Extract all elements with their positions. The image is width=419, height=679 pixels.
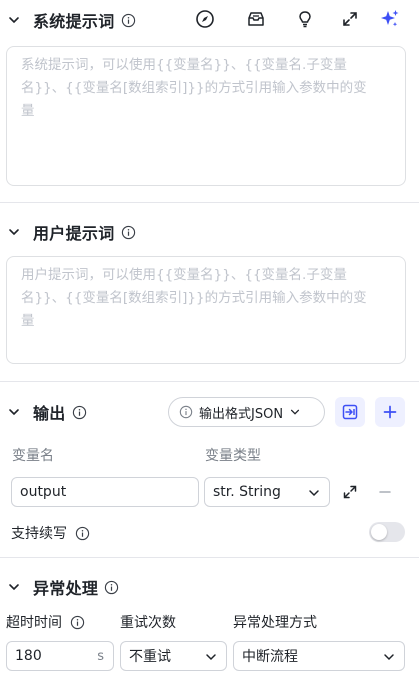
chevron-down-icon xyxy=(290,409,300,415)
divider xyxy=(0,381,419,382)
user-prompt-title: 用户提示词 xyxy=(33,224,115,243)
variable-type-value: str. String xyxy=(213,484,281,500)
lightbulb-icon[interactable] xyxy=(294,8,316,30)
variable-type-select[interactable]: str. String xyxy=(204,477,330,507)
chevron-down-icon[interactable] xyxy=(7,225,21,239)
divider xyxy=(0,202,419,203)
timeout-input[interactable]: 180 s xyxy=(6,641,114,671)
sparkle-icon[interactable] xyxy=(379,8,401,30)
info-icon xyxy=(75,526,90,540)
output-header: 输出 xyxy=(0,397,87,427)
remove-variable-icon[interactable] xyxy=(377,484,393,500)
method-value: 中断流程 xyxy=(242,649,298,665)
system-prompt-input[interactable]: 系统提示词，可以使用{{变量名}}、{{变量名.子变量 名}}、{{变量名[数组… xyxy=(6,46,406,186)
user-prompt-input[interactable]: 用户提示词，可以使用{{变量名}}、{{变量名.子变量 名}}、{{变量名[数组… xyxy=(6,256,406,364)
info-icon xyxy=(72,405,86,419)
chevron-down-icon xyxy=(384,654,394,661)
exception-title: 异常处理 xyxy=(33,579,99,598)
exception-header: 异常处理 xyxy=(0,572,119,602)
variable-name-value: output xyxy=(20,484,67,500)
divider xyxy=(0,557,419,558)
user-prompt-header: 用户提示词 xyxy=(0,217,136,247)
info-icon xyxy=(121,225,135,239)
continue-writing-label: 支持续写 xyxy=(11,523,90,543)
chevron-down-icon[interactable] xyxy=(7,405,21,419)
compass-icon[interactable] xyxy=(194,8,216,30)
chevron-down-icon xyxy=(309,490,319,497)
placeholder-line: 量 xyxy=(21,313,35,329)
timeout-value: 180 xyxy=(15,648,42,664)
inbox-icon[interactable] xyxy=(245,8,267,30)
placeholder-line: 用户提示词，可以使用{{变量名}}、{{变量名.子变量 xyxy=(21,267,347,283)
output-format-label: 输出格式JSON xyxy=(199,406,284,422)
import-button[interactable] xyxy=(335,397,365,427)
placeholder-line: 名}}、{{变量名[数组索引]}}的方式引用输入参数中的变 xyxy=(21,80,367,96)
system-prompt-title: 系统提示词 xyxy=(33,12,115,31)
continue-writing-toggle[interactable] xyxy=(369,522,405,542)
plus-icon xyxy=(383,405,397,419)
retry-label: 重试次数 xyxy=(120,615,176,631)
output-title: 输出 xyxy=(33,404,66,423)
continue-writing-text: 支持续写 xyxy=(11,526,67,542)
output-format-dropdown[interactable]: 输出格式JSON xyxy=(168,397,325,427)
method-label: 异常处理方式 xyxy=(233,615,317,631)
expand-icon[interactable] xyxy=(342,484,358,500)
variable-name-input[interactable]: output xyxy=(11,477,199,507)
retry-value: 不重试 xyxy=(129,649,171,665)
timeout-unit: s xyxy=(97,648,104,664)
info-icon xyxy=(70,615,85,629)
method-select[interactable]: 中断流程 xyxy=(233,641,405,671)
chevron-down-icon[interactable] xyxy=(7,13,21,27)
placeholder-line: 名}}、{{变量名[数组索引]}}的方式引用输入参数中的变 xyxy=(21,290,367,306)
retry-select[interactable]: 不重试 xyxy=(120,641,227,671)
import-icon xyxy=(342,404,358,420)
add-variable-button[interactable] xyxy=(375,397,405,427)
column-header-name: 变量名 xyxy=(12,448,54,464)
timeout-label: 超时时间 xyxy=(6,612,85,632)
chevron-down-icon xyxy=(206,654,216,661)
system-prompt-header: 系统提示词 xyxy=(0,5,136,35)
placeholder-line: 系统提示词，可以使用{{变量名}}、{{变量名.子变量 xyxy=(21,57,347,73)
chevron-down-icon[interactable] xyxy=(7,580,21,594)
column-header-type: 变量类型 xyxy=(205,448,261,464)
timeout-text: 超时时间 xyxy=(6,615,62,631)
info-icon xyxy=(121,13,135,27)
expand-icon[interactable] xyxy=(339,8,361,30)
info-icon xyxy=(105,580,119,594)
placeholder-line: 量 xyxy=(21,103,35,119)
toggle-knob xyxy=(371,524,387,540)
info-icon xyxy=(179,405,193,419)
